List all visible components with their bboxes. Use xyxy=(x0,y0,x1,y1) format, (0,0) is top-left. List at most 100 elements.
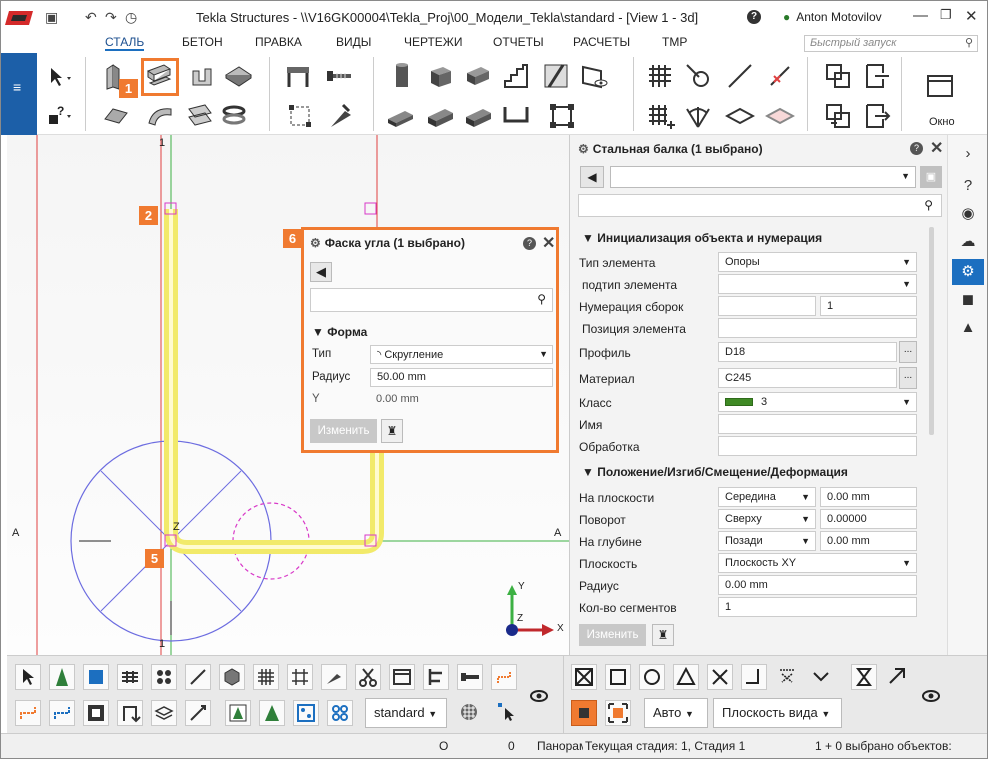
pick-icon[interactable]: ♜ xyxy=(381,419,403,443)
close-icon[interactable]: ✕ xyxy=(965,7,978,25)
tab-drawings[interactable]: ЧЕРТЕЖИ xyxy=(404,35,463,49)
select-cuts-icon[interactable] xyxy=(321,664,347,690)
help-icon[interactable]: ? xyxy=(523,237,536,250)
circle-line-icon[interactable] xyxy=(683,61,713,91)
weld-icon[interactable] xyxy=(285,101,315,131)
properties-search-input[interactable]: ⚲ xyxy=(578,194,942,217)
snap-zone-icon[interactable] xyxy=(605,700,631,726)
select-scissors-icon[interactable] xyxy=(355,664,381,690)
help-icon[interactable]: ? xyxy=(747,10,761,24)
save-preset-icon[interactable]: ▣ xyxy=(920,166,942,188)
snap-part-icon[interactable] xyxy=(225,700,251,726)
snap-override-icon[interactable] xyxy=(571,700,597,726)
panel-icon[interactable] xyxy=(463,101,493,131)
segments-input[interactable]: 1 xyxy=(718,597,917,617)
profile-input[interactable]: D18 xyxy=(718,342,897,362)
history-icon[interactable]: ◷ xyxy=(125,9,137,26)
query-icon[interactable]: ? xyxy=(952,173,984,199)
strip-footing-icon[interactable] xyxy=(425,101,455,131)
tab-concrete[interactable]: БЕТОН xyxy=(182,35,223,49)
part-position-input[interactable] xyxy=(718,318,917,338)
profile-browse-button[interactable]: ... xyxy=(899,341,917,363)
eye-icon[interactable] xyxy=(919,684,945,710)
side-menu-button[interactable]: ≡ xyxy=(1,53,37,135)
checker-icon[interactable] xyxy=(457,700,483,726)
bolt-icon[interactable] xyxy=(325,61,355,91)
component-icon[interactable] xyxy=(283,61,313,91)
name-input[interactable] xyxy=(718,414,917,434)
properties-scrollbar[interactable] xyxy=(929,227,934,435)
snap-line-icon[interactable] xyxy=(809,664,835,690)
pad-footing-icon[interactable] xyxy=(425,61,455,91)
select-bolts-icon[interactable] xyxy=(151,664,177,690)
fillet-search-input[interactable]: ⚲ xyxy=(310,288,553,312)
snap-reference-icon[interactable] xyxy=(571,664,597,690)
on-plane-select[interactable]: Середина ▼ xyxy=(718,487,816,507)
material-browse-button[interactable]: ... xyxy=(899,367,917,389)
select-object-icon[interactable] xyxy=(49,700,75,726)
select-lines-icon[interactable] xyxy=(185,664,211,690)
cube-icon[interactable]: ◼ xyxy=(952,287,984,313)
snap-intersection-icon[interactable] xyxy=(707,664,733,690)
snap-points-icon[interactable] xyxy=(327,700,353,726)
snap-free-icon[interactable] xyxy=(885,664,911,690)
select-welds-icon[interactable] xyxy=(117,664,143,690)
radius-input[interactable]: 50.00 mm xyxy=(370,368,553,387)
plane-select[interactable]: Плоскость XY ▼ xyxy=(718,553,917,573)
subtype-select[interactable]: ▼ xyxy=(718,274,917,294)
snap-nearest-icon[interactable] xyxy=(851,664,877,690)
snap-geometry-icon[interactable] xyxy=(605,664,631,690)
select-reinforcement-icon[interactable] xyxy=(491,664,517,690)
plate-icon[interactable] xyxy=(223,61,253,91)
finish-input[interactable] xyxy=(718,436,917,456)
fillet-section-header[interactable]: ▼ Форма xyxy=(312,325,367,339)
lofted-plate-icon[interactable] xyxy=(185,101,215,131)
line-icon[interactable] xyxy=(725,61,755,91)
slab-icon[interactable] xyxy=(385,101,415,131)
pick-icon[interactable]: ♜ xyxy=(652,624,674,646)
radius-input[interactable]: 0.00 mm xyxy=(718,575,917,595)
assembly-prefix-input[interactable] xyxy=(718,296,816,316)
tab-steel[interactable]: СТАЛЬ xyxy=(105,35,145,51)
point-icon[interactable] xyxy=(765,61,795,91)
selection-cursor-icon[interactable] xyxy=(495,700,521,726)
plane-color-icon[interactable] xyxy=(764,101,796,131)
copy-icon[interactable] xyxy=(823,61,853,91)
cloud-icon[interactable]: ☁ xyxy=(952,229,984,255)
rotation-select[interactable]: Сверху ▼ xyxy=(718,509,816,529)
snap-perpendicular-icon[interactable] xyxy=(741,664,767,690)
close-icon[interactable]: ✕ xyxy=(542,233,555,253)
undo-icon[interactable]: ↶ xyxy=(85,9,97,26)
radial-grid-icon[interactable] xyxy=(683,101,713,131)
on-plane-offset-input[interactable]: 0.00 mm xyxy=(820,487,917,507)
select-components-icon[interactable] xyxy=(219,664,245,690)
material-input[interactable]: C245 xyxy=(718,368,897,388)
at-depth-select[interactable]: Позади ▼ xyxy=(718,531,816,551)
help-icon[interactable]: ? xyxy=(910,142,923,155)
snap-edge-icon[interactable] xyxy=(259,700,285,726)
grid-cell-icon[interactable] xyxy=(547,101,577,131)
tab-edit[interactable]: ПРАВКА xyxy=(255,35,302,49)
select-arrow-icon[interactable] xyxy=(45,63,75,93)
copy-special-icon[interactable] xyxy=(823,101,853,131)
globe-icon[interactable]: ◉ xyxy=(952,201,984,227)
beam-icon[interactable] xyxy=(141,58,179,96)
bent-plate-icon[interactable] xyxy=(145,101,175,131)
element-type-select[interactable]: Опоры ▼ xyxy=(718,252,917,272)
assembly-start-input[interactable]: 1 xyxy=(820,296,917,316)
move-special-icon[interactable] xyxy=(861,101,891,131)
tab-tmp[interactable]: TMP xyxy=(662,35,687,49)
stairs-icon[interactable] xyxy=(501,61,531,91)
select-all-icon[interactable] xyxy=(15,664,41,690)
grid-icon[interactable] xyxy=(645,61,675,91)
modify-button[interactable]: Изменить xyxy=(310,419,377,443)
add-grid-icon[interactable] xyxy=(645,101,675,131)
back-button[interactable]: ◀ xyxy=(310,262,332,282)
expand-chevron-icon[interactable]: › xyxy=(952,141,984,167)
section-position[interactable]: ▼ Положение/Изгиб/Смещение/Деформация xyxy=(582,465,848,479)
quick-launch-input[interactable]: Быстрый запуск ⚲ xyxy=(804,35,978,52)
rotation-offset-input[interactable]: 0.00000 xyxy=(820,509,917,529)
query-icon[interactable]: ? xyxy=(45,101,75,131)
select-grid-lines-icon[interactable] xyxy=(287,664,313,690)
user-info[interactable]: ● Anton Motovilov xyxy=(783,10,882,24)
